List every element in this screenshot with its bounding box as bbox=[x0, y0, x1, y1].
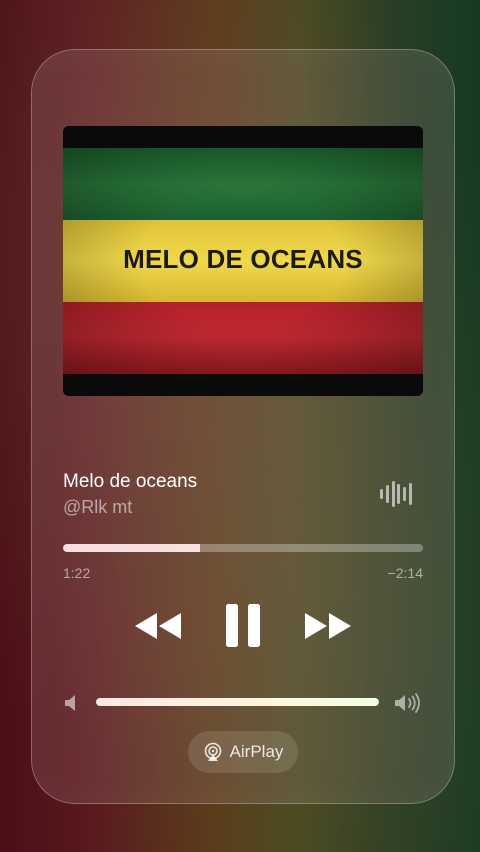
airplay-icon bbox=[204, 742, 221, 761]
airplay-button[interactable]: AirPlay bbox=[188, 731, 298, 773]
waveform-icon[interactable] bbox=[380, 480, 412, 508]
fast-forward-icon[interactable] bbox=[303, 611, 353, 641]
artwork-title: MELO DE OCEANS bbox=[123, 244, 363, 274]
volume-fill bbox=[96, 698, 379, 706]
time-remaining: −2:14 bbox=[387, 565, 423, 581]
time-elapsed: 1:22 bbox=[63, 565, 91, 581]
rewind-icon[interactable] bbox=[133, 611, 183, 641]
song-title: Melo de oceans bbox=[63, 471, 198, 492]
playback-progress-fill bbox=[63, 544, 200, 552]
speaker-high-icon bbox=[395, 693, 420, 713]
album-artwork: MELO DE OCEANS bbox=[63, 126, 423, 396]
artwork-bottom-bar bbox=[63, 374, 423, 396]
pause-icon[interactable] bbox=[224, 603, 262, 648]
speaker-low-icon bbox=[65, 695, 75, 711]
playback-scrubber[interactable] bbox=[63, 544, 423, 552]
artist-name[interactable]: @Rlk mt bbox=[63, 497, 132, 518]
airplay-label: AirPlay bbox=[229, 742, 284, 761]
volume-slider[interactable] bbox=[96, 698, 379, 706]
artwork-top-bar bbox=[63, 126, 423, 148]
